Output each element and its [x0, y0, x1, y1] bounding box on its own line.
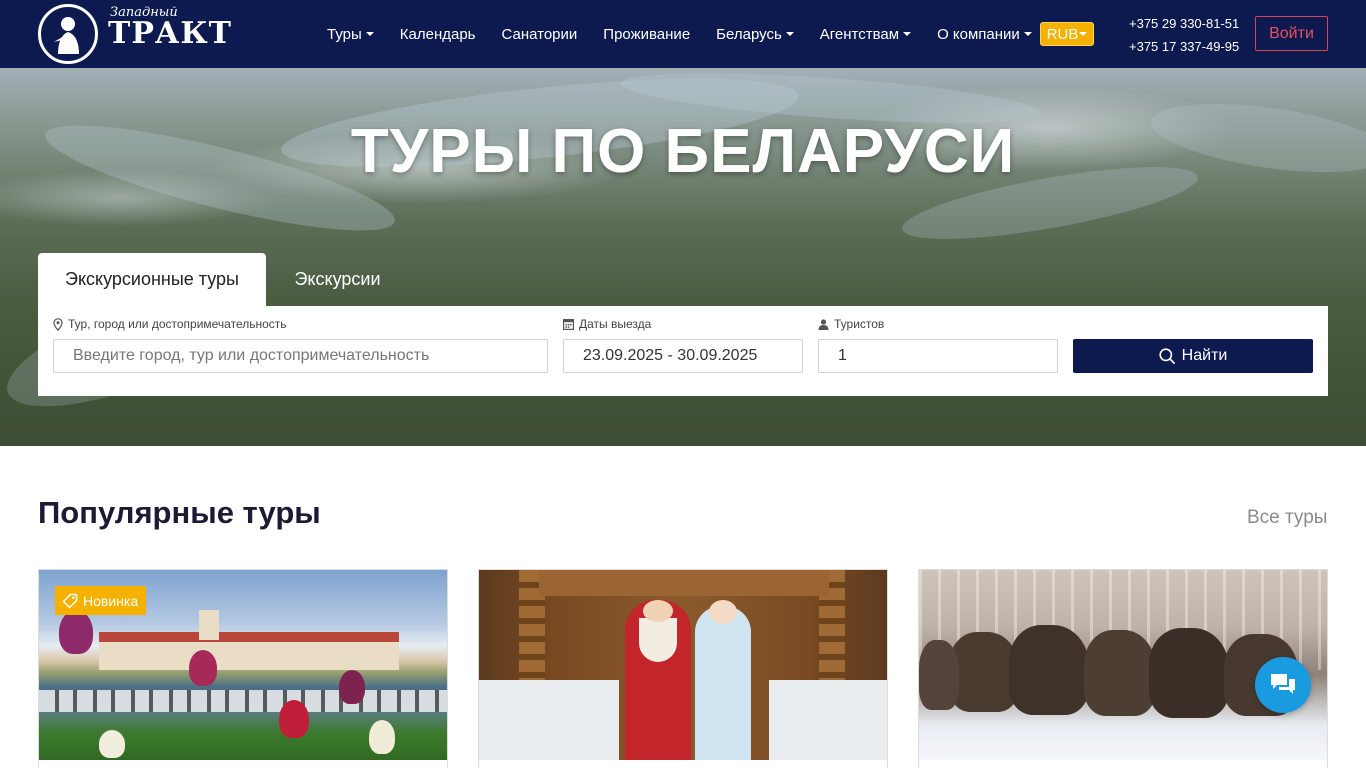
person-icon	[818, 318, 829, 330]
caret-down-icon	[903, 32, 912, 36]
destination-label: Тур, город или достопримечательность	[53, 317, 287, 331]
search-button-label: Найти	[1181, 347, 1228, 364]
dates-value: 23.09.2025 - 30.09.2025	[583, 347, 758, 364]
search-button[interactable]: Найти	[1073, 339, 1313, 373]
main-menu: Туры Календарь Санатории Проживание Бела…	[314, 0, 1045, 68]
tour-card[interactable]: Новинка	[38, 569, 448, 768]
nav-item-label: Туры	[327, 25, 362, 43]
nav-item-label: О компании	[937, 25, 1020, 43]
currency-selector[interactable]: RUB	[1040, 22, 1094, 46]
nav-item-accommodation[interactable]: Проживание	[590, 26, 703, 43]
new-badge: Новинка	[55, 586, 147, 615]
tourists-value: 1	[838, 347, 847, 364]
chat-widget-button[interactable]	[1255, 657, 1311, 713]
calendar-icon	[563, 319, 574, 330]
hero-banner: ТУРЫ ПО БЕЛАРУСИ Экскурсионные туры Экск…	[0, 68, 1366, 446]
dates-input[interactable]: 23.09.2025 - 30.09.2025	[563, 339, 803, 373]
tab-excursion-tours[interactable]: Экскурсионные туры	[38, 253, 266, 306]
location-pin-icon	[53, 317, 63, 331]
tourists-input[interactable]: 1	[818, 339, 1058, 373]
hero-title: ТУРЫ ПО БЕЛАРУСИ	[350, 117, 1016, 186]
nav-item-sanatoriums[interactable]: Санатории	[489, 26, 591, 43]
nav-item-label: Беларусь	[716, 25, 782, 43]
nav-item-label: Агентствам	[819, 25, 900, 43]
phone-numbers: +375 29 330-81-51 +375 17 337-49-95	[1129, 12, 1239, 58]
nav-item-about[interactable]: О компании	[924, 26, 1045, 43]
search-panel: Тур, город или достопримечательность Вве…	[38, 306, 1328, 396]
logo-text-main: ТРАКТ	[108, 16, 232, 51]
new-badge-label: Новинка	[83, 592, 139, 609]
nav-item-label: Календарь	[399, 25, 476, 43]
site-logo[interactable]: Западный ТРАКТ	[38, 4, 231, 64]
nav-item-label: Проживание	[603, 25, 691, 43]
caret-down-icon	[1079, 32, 1088, 36]
tour-card[interactable]	[478, 569, 888, 768]
destination-label-text: Тур, город или достопримечательность	[68, 317, 287, 331]
nav-item-label: Санатории	[501, 25, 578, 43]
tab-excursions[interactable]: Экскурсии	[266, 253, 409, 306]
caret-down-icon	[365, 32, 374, 36]
currency-label: RUB	[1046, 25, 1079, 43]
all-tours-link[interactable]: Все туры	[1247, 507, 1327, 529]
tag-icon	[62, 593, 78, 608]
destination-placeholder: Введите город, тур или достопримечательн…	[73, 347, 430, 364]
login-button[interactable]: Войти	[1255, 16, 1328, 51]
caret-down-icon	[785, 32, 794, 36]
caret-down-icon	[1023, 32, 1032, 36]
tour-card-image	[479, 570, 887, 760]
tourists-label: Туристов	[818, 317, 884, 331]
nav-item-agencies[interactable]: Агентствам	[807, 26, 924, 43]
top-navbar: Западный ТРАКТ Туры Календарь Санатории …	[0, 0, 1366, 68]
phone-link[interactable]: +375 17 337-49-95	[1129, 35, 1239, 58]
dates-label-text: Даты выезда	[579, 317, 652, 331]
logo-emblem-icon	[38, 4, 98, 64]
chat-icon	[1271, 674, 1295, 694]
nav-item-belarus[interactable]: Беларусь	[703, 26, 807, 43]
search-icon	[1159, 348, 1175, 364]
tourists-label-text: Туристов	[834, 317, 885, 331]
dates-label: Даты выезда	[563, 317, 651, 331]
nav-item-tours[interactable]: Туры	[314, 26, 387, 43]
nav-item-calendar[interactable]: Календарь	[387, 26, 489, 43]
destination-input[interactable]: Введите город, тур или достопримечательн…	[53, 339, 548, 373]
section-title-popular: Популярные туры	[38, 495, 321, 530]
phone-link[interactable]: +375 29 330-81-51	[1129, 12, 1239, 35]
